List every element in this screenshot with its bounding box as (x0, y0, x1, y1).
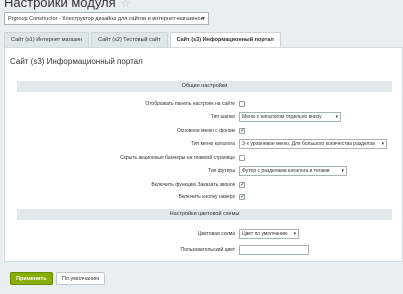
section-general-header: Общие настройки (17, 81, 392, 92)
custom-color-input[interactable] (239, 245, 309, 255)
color-scheme-value: Цвет по умолчанию (242, 231, 288, 237)
order-call-checkbox[interactable] (239, 181, 245, 188)
footer-type-label: Тип футера (208, 168, 235, 174)
row-cap-type: Тип шапки Меню с каталогом отдельно вниз… (17, 112, 392, 122)
section-colors-header: Настройки цветовой схемы (17, 209, 392, 220)
color-scheme-label: Цветовая схема (197, 231, 235, 237)
footer-type-value: Футер с разделами каталога и тегами (242, 168, 330, 174)
settings-panel: Сайт (s3) Информационный портал Общие на… (4, 47, 403, 262)
cap-type-select[interactable]: Меню с каталогом отдельно внизу ▾ (239, 112, 341, 122)
up-button-checkbox[interactable] (239, 193, 245, 200)
chevron-down-icon: ▾ (381, 141, 384, 147)
order-call-label: Включить функцию Заказать звонок (151, 182, 235, 188)
row-menu-type: Тип меню каталога 3-х уровневое меню. Дл… (17, 139, 392, 149)
row-custom-color: Пользовательский цвет (17, 245, 392, 255)
chevron-down-icon: ▾ (293, 231, 296, 237)
show-panel-label: Отображать панель настроек на сайте (145, 101, 235, 107)
default-button[interactable]: По умолчанию (56, 272, 106, 285)
show-panel-checkbox[interactable] (239, 101, 245, 107)
menu-type-value: 3-х уровневое меню. Для большого количес… (242, 141, 375, 147)
main-menu-bg-checkbox[interactable] (239, 127, 245, 134)
tab-s2[interactable]: Сайт (s2) Тестовый сайт (91, 32, 168, 47)
color-scheme-select[interactable]: Цвет по умолчанию ▾ (239, 229, 299, 239)
module-select-value: Prgroup Constructor - Конструктор дизайн… (8, 15, 204, 22)
row-hide-banners: Скрыть акционные баннеры на главной стра… (17, 153, 392, 163)
site-tabs: Сайт (s1) Интернет магазин Сайт (s2) Тес… (4, 32, 283, 47)
apply-button[interactable]: Применить (10, 272, 53, 285)
cap-type-label: Тип шапки (210, 114, 235, 120)
row-footer-type: Тип футера Футер с разделами каталога и … (17, 166, 392, 176)
tab-s1[interactable]: Сайт (s1) Интернет магазин (4, 32, 90, 47)
row-color-scheme: Цветовая схема Цвет по умолчанию ▾ (17, 229, 392, 239)
page-header: Настройки модуля ☆ (4, 0, 131, 12)
up-button-label: Включить кнопку наверх (178, 194, 235, 200)
hide-banners-checkbox[interactable] (239, 155, 245, 161)
row-show-panel: Отображать панель настроек на сайте (17, 99, 392, 109)
row-up-button: Включить кнопку наверх (17, 192, 392, 202)
cap-type-value: Меню с каталогом отдельно внизу (242, 114, 322, 120)
chevron-down-icon: ▾ (201, 16, 205, 22)
hide-banners-label: Скрыть акционные баннеры на главной стра… (120, 155, 235, 161)
menu-type-select[interactable]: 3-х уровневое меню. Для большого количес… (239, 139, 387, 149)
panel-title: Сайт (s3) Информационный портал (10, 57, 143, 66)
page-title: Настройки модуля (4, 0, 116, 10)
chevron-down-icon: ▾ (341, 168, 344, 174)
custom-color-label: Пользовательский цвет (180, 247, 235, 253)
chevron-down-icon: ▾ (335, 114, 338, 120)
footer-type-select[interactable]: Футер с разделами каталога и тегами ▾ (239, 166, 347, 176)
module-select[interactable]: Prgroup Constructor - Конструктор дизайн… (4, 12, 209, 25)
main-menu-bg-label: Основное меню с фоном (176, 128, 235, 134)
tab-s3[interactable]: Сайт (s3) Информационный портал (169, 32, 281, 47)
menu-type-label: Тип меню каталога (190, 141, 235, 147)
star-icon[interactable]: ☆ (121, 0, 131, 10)
row-main-menu-bg: Основное меню с фоном (17, 126, 392, 136)
row-order-call: Включить функцию Заказать звонок (17, 180, 392, 190)
